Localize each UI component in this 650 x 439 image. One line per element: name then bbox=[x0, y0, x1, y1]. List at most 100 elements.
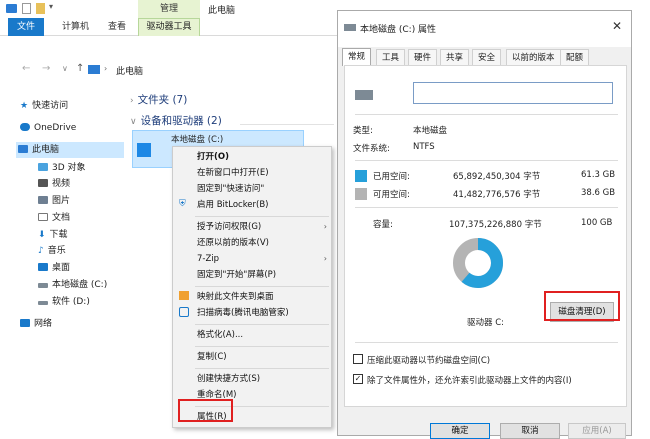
new-folder-quick-icon[interactable] bbox=[36, 3, 45, 14]
used-space-bytes: 65,892,450,304 字节 bbox=[453, 172, 541, 182]
menu-item-grant-access[interactable]: 授予访问权限(G) bbox=[197, 219, 261, 235]
nav-item-onedrive[interactable]: OneDrive bbox=[20, 120, 76, 136]
nav-item-desktop[interactable]: 桌面 bbox=[38, 260, 70, 276]
drive-letter-label: 驱动器 C: bbox=[467, 318, 505, 328]
menu-separator bbox=[195, 286, 329, 287]
menu-separator bbox=[195, 368, 329, 369]
menu-separator bbox=[195, 324, 329, 325]
nav-item-network[interactable]: 网络 bbox=[20, 316, 52, 332]
menu-item-open-new-window[interactable]: 在新窗口中打开(E) bbox=[197, 165, 269, 181]
menu-item-map-folder[interactable]: 映射此文件夹到桌面 bbox=[197, 289, 274, 305]
drive-name: 本地磁盘 (C:) bbox=[171, 135, 224, 145]
forward-arrow-icon[interactable]: → bbox=[42, 63, 50, 74]
film-icon bbox=[38, 179, 48, 187]
drive-label-input[interactable] bbox=[413, 82, 613, 104]
breadcrumb[interactable]: 此电脑 bbox=[116, 64, 143, 77]
menu-item-create-shortcut[interactable]: 创建快捷方式(S) bbox=[197, 371, 260, 387]
menu-item-bitlocker[interactable]: 启用 BitLocker(B) bbox=[197, 197, 269, 213]
dialog-title-bar: 本地磁盘 (C:) 属性 ✕ bbox=[338, 11, 631, 47]
network-icon bbox=[20, 319, 30, 327]
nav-label: OneDrive bbox=[34, 123, 77, 133]
nav-label: 音乐 bbox=[47, 246, 66, 256]
nav-item-videos[interactable]: 视频 bbox=[38, 176, 70, 192]
tab-security[interactable]: 安全 bbox=[472, 49, 502, 65]
nav-item-music[interactable]: ♪ 音乐 bbox=[38, 243, 66, 259]
computer-icon bbox=[88, 65, 100, 74]
cancel-button[interactable]: 取消 bbox=[500, 423, 560, 439]
close-icon[interactable]: ✕ bbox=[612, 19, 622, 33]
picture-icon bbox=[38, 196, 48, 204]
tencent-shield-icon bbox=[179, 307, 189, 317]
nav-item-3d-objects[interactable]: 3D 对象 bbox=[38, 160, 86, 176]
nav-label: 软件 (D:) bbox=[52, 297, 90, 307]
compress-label: 压缩此驱动器以节约磁盘空间(C) bbox=[367, 356, 491, 366]
manage-context-header: 管理 bbox=[138, 0, 200, 18]
submenu-arrow-icon: › bbox=[323, 222, 327, 231]
apply-button[interactable]: 应用(A) bbox=[568, 423, 626, 439]
computer-icon bbox=[18, 145, 28, 153]
nav-label: 网络 bbox=[34, 319, 53, 329]
nav-label: 文档 bbox=[52, 213, 71, 223]
menu-item-format[interactable]: 格式化(A)... bbox=[197, 327, 243, 343]
tab-hardware[interactable]: 硬件 bbox=[408, 49, 438, 65]
nav-item-pictures[interactable]: 图片 bbox=[38, 193, 70, 209]
divider bbox=[355, 342, 618, 343]
group-folders[interactable]: › 文件夹 (7) bbox=[130, 92, 187, 107]
computer-icon bbox=[6, 4, 17, 13]
nav-item-downloads[interactable]: ⬇ 下载 bbox=[38, 227, 68, 243]
divider bbox=[355, 207, 618, 208]
highlight-box-properties bbox=[178, 399, 233, 422]
nav-item-local-disk-c[interactable]: 本地磁盘 (C:) bbox=[38, 277, 107, 293]
tab-tools[interactable]: 工具 bbox=[376, 49, 406, 65]
cloud-icon bbox=[20, 123, 30, 131]
group-devices[interactable]: ∨ 设备和驱动器 (2) bbox=[130, 113, 222, 128]
used-space-label: 已用空间: bbox=[373, 172, 410, 182]
recent-chevron-icon[interactable]: ∨ bbox=[62, 64, 68, 73]
tab-sharing[interactable]: 共享 bbox=[440, 49, 470, 65]
nav-label: 下载 bbox=[49, 230, 68, 240]
nav-item-quick-access[interactable]: ★ 快速访问 bbox=[20, 98, 68, 114]
free-space-gb: 38.6 GB bbox=[581, 188, 616, 198]
drive-large-icon bbox=[355, 90, 373, 100]
menu-item-pin-quick-access[interactable]: 固定到"快速访问" bbox=[197, 181, 264, 197]
menu-item-7zip[interactable]: 7-Zip bbox=[197, 251, 219, 267]
back-arrow-icon[interactable]: ← bbox=[22, 63, 30, 74]
tab-view[interactable]: 查看 bbox=[102, 18, 132, 36]
tab-file[interactable]: 文件 bbox=[8, 18, 44, 36]
nav-item-software-d[interactable]: 软件 (D:) bbox=[38, 294, 90, 310]
customize-qat-icon[interactable]: ▾ bbox=[49, 2, 53, 11]
document-icon bbox=[38, 213, 48, 221]
nav-item-this-pc[interactable]: 此电脑 bbox=[18, 142, 59, 158]
capacity-bytes: 107,375,226,880 字节 bbox=[449, 220, 542, 230]
up-arrow-icon[interactable]: ↑ bbox=[76, 63, 84, 74]
chevron-down-icon: ∨ bbox=[130, 117, 137, 127]
tab-previous-versions[interactable]: 以前的版本 bbox=[506, 49, 561, 65]
menu-item-open[interactable]: 打开(O) bbox=[197, 149, 229, 165]
tab-general[interactable]: 常规 bbox=[342, 48, 372, 66]
menu-item-restore-versions[interactable]: 还原以前的版本(V) bbox=[197, 235, 269, 251]
title-bar: ▾ 管理 此电脑 bbox=[0, 0, 338, 18]
free-space-label: 可用空间: bbox=[373, 190, 410, 200]
ok-button[interactable]: 确定 bbox=[430, 423, 490, 439]
download-arrow-icon: ⬇ bbox=[38, 230, 46, 240]
nav-label: 图片 bbox=[52, 196, 71, 206]
index-checkbox[interactable]: ✓ bbox=[353, 374, 363, 384]
capacity-label: 容量: bbox=[373, 220, 393, 230]
menu-item-virus-scan[interactable]: 扫描病毒(腾讯电脑管家) bbox=[197, 305, 289, 321]
menu-item-copy[interactable]: 复制(C) bbox=[197, 349, 227, 365]
usage-donut-chart bbox=[453, 238, 503, 288]
nav-item-documents[interactable]: 文档 bbox=[38, 210, 70, 226]
divider bbox=[355, 160, 618, 161]
type-label: 类型: bbox=[353, 126, 373, 136]
tab-drive-tools[interactable]: 驱动器工具 bbox=[138, 18, 200, 36]
nav-label: 3D 对象 bbox=[52, 163, 86, 173]
used-space-swatch bbox=[355, 170, 367, 182]
properties-quick-icon[interactable] bbox=[22, 3, 31, 14]
tab-quota[interactable]: 配额 bbox=[560, 49, 590, 65]
drive-icon bbox=[38, 283, 48, 288]
compress-checkbox[interactable] bbox=[353, 354, 363, 364]
tab-computer[interactable]: 计算机 bbox=[56, 18, 95, 36]
menu-item-pin-start[interactable]: 固定到"开始"屏幕(P) bbox=[197, 267, 276, 283]
breadcrumb-chevron-icon[interactable]: › bbox=[104, 64, 107, 73]
nav-label: 视频 bbox=[52, 179, 71, 189]
